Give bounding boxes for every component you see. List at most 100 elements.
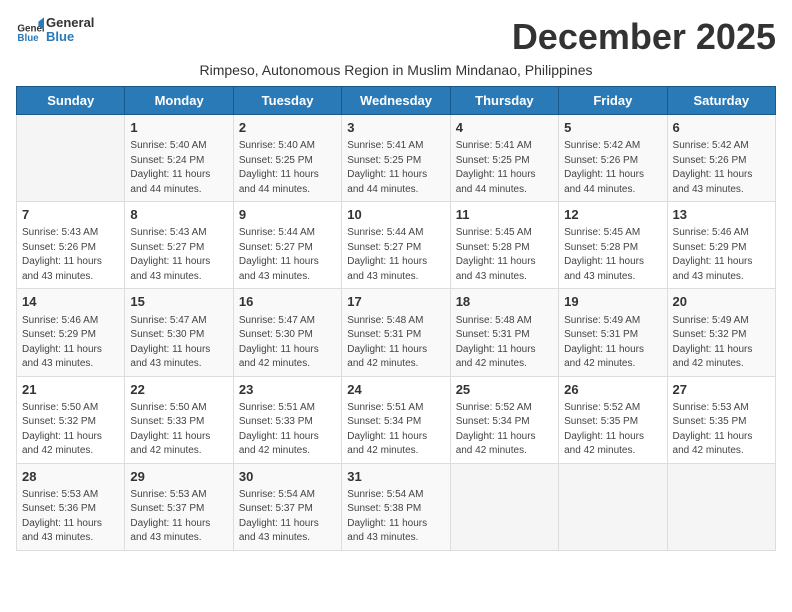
calendar-cell: 15 Sunrise: 5:47 AMSunset: 5:30 PMDayligh… — [125, 289, 233, 376]
days-header-row: SundayMondayTuesdayWednesdayThursdayFrid… — [17, 87, 776, 115]
calendar-cell: 2Sunrise: 5:40 AMSunset: 5:25 PMDaylight… — [233, 115, 341, 202]
day-number: 20 — [673, 293, 770, 311]
calendar-cell: 19 Sunrise: 5:49 AMSunset: 5:31 PMDayligh… — [559, 289, 667, 376]
calendar-cell: 9Sunrise: 5:44 AMSunset: 5:27 PMDaylight… — [233, 202, 341, 289]
day-number: 18 — [456, 293, 553, 311]
day-number: 24 — [347, 381, 444, 399]
day-info: Sunrise: 5:42 AMSunset: 5:26 PMDaylight:… — [564, 139, 661, 197]
day-number: 21 — [22, 381, 119, 399]
day-header-thursday: Thursday — [450, 87, 558, 115]
calendar-cell: 13Sunrise: 5:46 AMSunset: 5:29 PMDayligh… — [667, 202, 775, 289]
day-number: 7 — [22, 206, 119, 224]
calendar-cell: 31 Sunrise: 5:54 AMSunset: 5:38 PMDayligh… — [342, 463, 450, 550]
calendar-table: SundayMondayTuesdayWednesdayThursdayFrid… — [16, 86, 776, 551]
day-number: 31 — [347, 468, 444, 486]
svg-text:Blue: Blue — [17, 33, 39, 44]
day-info: Sunrise: 5:49 AMSunset: 5:31 PMDaylight:… — [564, 314, 661, 372]
day-number: 14 — [22, 293, 119, 311]
calendar-cell: 29 Sunrise: 5:53 AMSunset: 5:37 PMDayligh… — [125, 463, 233, 550]
calendar-cell: 16 Sunrise: 5:47 AMSunset: 5:30 PMDayligh… — [233, 289, 341, 376]
day-info: Sunrise: 5:41 AMSunset: 5:25 PMDaylight:… — [456, 139, 553, 197]
day-info: Sunrise: 5:48 AMSunset: 5:31 PMDaylight:… — [347, 314, 444, 372]
calendar-cell: 22Sunrise: 5:50 AMSunset: 5:33 PMDayligh… — [125, 376, 233, 463]
logo-blue: Blue — [46, 30, 94, 44]
week-row: 21 Sunrise: 5:50 AMSunset: 5:32 PMDayligh… — [17, 376, 776, 463]
calendar-cell: 4Sunrise: 5:41 AMSunset: 5:25 PMDaylight… — [450, 115, 558, 202]
day-info: Sunrise: 5:52 AMSunset: 5:34 PMDaylight:… — [456, 401, 553, 459]
calendar-cell: 7Sunrise: 5:43 AMSunset: 5:26 PMDaylight… — [17, 202, 125, 289]
header: General Blue General Blue December 2025 — [16, 16, 776, 58]
calendar-cell — [667, 463, 775, 550]
calendar-cell: 28Sunrise: 5:53 AMSunset: 5:36 PMDayligh… — [17, 463, 125, 550]
day-number: 8 — [130, 206, 227, 224]
day-info: Sunrise: 5:53 AMSunset: 5:37 PMDaylight:… — [130, 488, 227, 546]
week-row: 14 Sunrise: 5:46 AMSunset: 5:29 PMDayligh… — [17, 289, 776, 376]
calendar-cell — [450, 463, 558, 550]
day-number: 29 — [130, 468, 227, 486]
calendar-cell — [17, 115, 125, 202]
day-number: 10 — [347, 206, 444, 224]
day-header-wednesday: Wednesday — [342, 87, 450, 115]
day-info: Sunrise: 5:40 AMSunset: 5:24 PMDaylight:… — [130, 139, 227, 197]
day-number: 13 — [673, 206, 770, 224]
day-number: 12 — [564, 206, 661, 224]
day-info: Sunrise: 5:45 AMSunset: 5:28 PMDaylight:… — [564, 226, 661, 284]
logo-icon: General Blue — [16, 16, 44, 44]
calendar-cell: 11Sunrise: 5:45 AMSunset: 5:28 PMDayligh… — [450, 202, 558, 289]
day-info: Sunrise: 5:47 AMSunset: 5:30 PMDaylight:… — [239, 314, 336, 372]
day-number: 22 — [130, 381, 227, 399]
day-info: Sunrise: 5:51 AMSunset: 5:34 PMDaylight:… — [347, 401, 444, 459]
calendar-cell: 3 Sunrise: 5:41 AMSunset: 5:25 PMDaylight… — [342, 115, 450, 202]
week-row: 28Sunrise: 5:53 AMSunset: 5:36 PMDayligh… — [17, 463, 776, 550]
calendar-cell: 23Sunrise: 5:51 AMSunset: 5:33 PMDayligh… — [233, 376, 341, 463]
logo-general: General — [46, 16, 94, 30]
day-number: 9 — [239, 206, 336, 224]
logo: General Blue General Blue — [16, 16, 94, 45]
day-info: Sunrise: 5:52 AMSunset: 5:35 PMDaylight:… — [564, 401, 661, 459]
calendar-cell: 6Sunrise: 5:42 AMSunset: 5:26 PMDaylight… — [667, 115, 775, 202]
day-number: 3 — [347, 119, 444, 137]
day-number: 17 — [347, 293, 444, 311]
day-header-saturday: Saturday — [667, 87, 775, 115]
day-number: 25 — [456, 381, 553, 399]
calendar-cell: 10 Sunrise: 5:44 AMSunset: 5:27 PMDayligh… — [342, 202, 450, 289]
week-row: 1Sunrise: 5:40 AMSunset: 5:24 PMDaylight… — [17, 115, 776, 202]
calendar-cell: 8 Sunrise: 5:43 AMSunset: 5:27 PMDaylight… — [125, 202, 233, 289]
day-number: 23 — [239, 381, 336, 399]
day-header-sunday: Sunday — [17, 87, 125, 115]
subtitle: Rimpeso, Autonomous Region in Muslim Min… — [16, 62, 776, 78]
day-info: Sunrise: 5:46 AMSunset: 5:29 PMDaylight:… — [22, 314, 119, 372]
day-info: Sunrise: 5:54 AMSunset: 5:38 PMDaylight:… — [347, 488, 444, 546]
day-number: 15 — [130, 293, 227, 311]
calendar-cell: 27Sunrise: 5:53 AMSunset: 5:35 PMDayligh… — [667, 376, 775, 463]
calendar-cell: 25 Sunrise: 5:52 AMSunset: 5:34 PMDayligh… — [450, 376, 558, 463]
calendar-cell: 30Sunrise: 5:54 AMSunset: 5:37 PMDayligh… — [233, 463, 341, 550]
day-info: Sunrise: 5:53 AMSunset: 5:36 PMDaylight:… — [22, 488, 119, 546]
day-info: Sunrise: 5:49 AMSunset: 5:32 PMDaylight:… — [673, 314, 770, 372]
day-info: Sunrise: 5:47 AMSunset: 5:30 PMDaylight:… — [130, 314, 227, 372]
month-title: December 2025 — [512, 16, 776, 58]
day-info: Sunrise: 5:43 AMSunset: 5:27 PMDaylight:… — [130, 226, 227, 284]
day-number: 30 — [239, 468, 336, 486]
calendar-cell: 26Sunrise: 5:52 AMSunset: 5:35 PMDayligh… — [559, 376, 667, 463]
calendar-cell: 18 Sunrise: 5:48 AMSunset: 5:31 PMDayligh… — [450, 289, 558, 376]
calendar-cell: 1Sunrise: 5:40 AMSunset: 5:24 PMDaylight… — [125, 115, 233, 202]
calendar-cell: 14 Sunrise: 5:46 AMSunset: 5:29 PMDayligh… — [17, 289, 125, 376]
day-info: Sunrise: 5:44 AMSunset: 5:27 PMDaylight:… — [347, 226, 444, 284]
calendar-cell: 20 Sunrise: 5:49 AMSunset: 5:32 PMDayligh… — [667, 289, 775, 376]
day-info: Sunrise: 5:48 AMSunset: 5:31 PMDaylight:… — [456, 314, 553, 372]
day-header-monday: Monday — [125, 87, 233, 115]
day-header-tuesday: Tuesday — [233, 87, 341, 115]
day-info: Sunrise: 5:40 AMSunset: 5:25 PMDaylight:… — [239, 139, 336, 197]
day-number: 16 — [239, 293, 336, 311]
day-number: 19 — [564, 293, 661, 311]
day-info: Sunrise: 5:41 AMSunset: 5:25 PMDaylight:… — [347, 139, 444, 197]
day-info: Sunrise: 5:42 AMSunset: 5:26 PMDaylight:… — [673, 139, 770, 197]
day-info: Sunrise: 5:45 AMSunset: 5:28 PMDaylight:… — [456, 226, 553, 284]
day-info: Sunrise: 5:50 AMSunset: 5:32 PMDaylight:… — [22, 401, 119, 459]
day-number: 5 — [564, 119, 661, 137]
day-number: 27 — [673, 381, 770, 399]
calendar-cell: 17 Sunrise: 5:48 AMSunset: 5:31 PMDayligh… — [342, 289, 450, 376]
day-header-friday: Friday — [559, 87, 667, 115]
calendar-cell: 5 Sunrise: 5:42 AMSunset: 5:26 PMDaylight… — [559, 115, 667, 202]
